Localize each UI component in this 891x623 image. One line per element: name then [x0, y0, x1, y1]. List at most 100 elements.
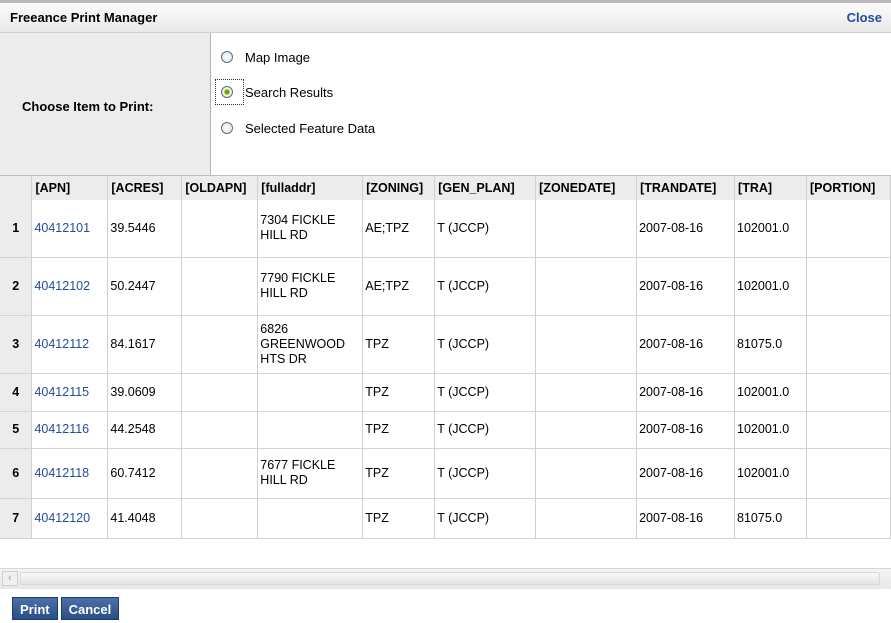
choose-item-panel: Choose Item to Print: Map Image Search R…	[0, 33, 891, 176]
table-row: 1 40412101 39.5446 7304 FICKLE HILL RD A…	[0, 200, 891, 258]
table-cell	[806, 448, 891, 499]
table-cell: TPZ	[362, 411, 436, 449]
table-row: 7 40412120 41.4048 TPZ T (JCCP) 2007-08-…	[0, 498, 891, 539]
table-cell: 7677 FICKLE HILL RD	[257, 448, 364, 499]
table-cell	[181, 448, 259, 499]
row-number: 3	[0, 315, 33, 374]
row-number: 4	[0, 373, 33, 412]
choose-label-cell: Choose Item to Print:	[0, 33, 211, 175]
table-cell: 2007-08-16	[636, 411, 736, 449]
radio-search-results[interactable]	[221, 86, 233, 98]
option-label: Search Results	[245, 84, 334, 100]
table-cell: 102001.0	[734, 373, 807, 412]
table-row: 2 40412102 50.2447 7790 FICKLE HILL RD A…	[0, 257, 891, 316]
apn-link[interactable]: 40412116	[31, 411, 109, 449]
table-cell	[257, 498, 364, 539]
table-cell: TPZ	[362, 498, 436, 539]
close-link[interactable]: Close	[847, 10, 882, 25]
title-bar: Freeance Print Manager Close	[0, 0, 891, 33]
table-header-row: [APN] [ACRES] [OLDAPN] [fulladdr] [ZONIN…	[0, 176, 891, 200]
apn-link[interactable]: 40412112	[31, 315, 109, 374]
column-header[interactable]: [OLDAPN]	[181, 176, 259, 200]
apn-link[interactable]: 40412118	[31, 448, 109, 499]
row-number: 5	[0, 411, 33, 449]
horizontal-scrollbar[interactable]: ‹	[0, 568, 891, 589]
column-header[interactable]: [PORTION]	[806, 176, 891, 200]
table-cell: 102001.0	[734, 200, 807, 258]
table-cell: 81075.0	[734, 315, 807, 374]
apn-link[interactable]: 40412101	[31, 200, 109, 258]
scrollbar-thumb[interactable]	[20, 572, 880, 585]
table-cell: 7304 FICKLE HILL RD	[257, 200, 364, 258]
table-cell	[257, 411, 364, 449]
column-header[interactable]: [ZONEDATE]	[535, 176, 638, 200]
table-cell: 2007-08-16	[636, 373, 736, 412]
table-cell	[535, 257, 638, 316]
table-cell	[181, 200, 259, 258]
table-cell	[806, 315, 891, 374]
table-cell	[806, 257, 891, 316]
print-button[interactable]: Print	[12, 597, 58, 620]
table-cell: 84.1617	[107, 315, 183, 374]
table-cell	[535, 411, 638, 449]
table-cell: 102001.0	[734, 448, 807, 499]
table-cell: 2007-08-16	[636, 315, 736, 374]
table-cell: 50.2447	[107, 257, 183, 316]
apn-link[interactable]: 40412115	[31, 373, 109, 412]
results-table: [APN] [ACRES] [OLDAPN] [fulladdr] [ZONIN…	[0, 176, 891, 539]
table-cell: 2007-08-16	[636, 448, 736, 499]
table-row: 4 40412115 39.0609 TPZ T (JCCP) 2007-08-…	[0, 373, 891, 412]
option-label: Selected Feature Data	[245, 120, 376, 136]
column-header[interactable]: [fulladdr]	[257, 176, 364, 200]
table-cell: TPZ	[362, 373, 436, 412]
table-row: 6 40412118 60.7412 7677 FICKLE HILL RD T…	[0, 448, 891, 499]
chevron-left-icon[interactable]: ‹	[2, 571, 18, 586]
table-cell: 41.4048	[107, 498, 183, 539]
table-cell	[181, 498, 259, 539]
table-cell	[535, 200, 638, 258]
window-title: Freeance Print Manager	[10, 10, 158, 25]
table-cell: 2007-08-16	[636, 498, 736, 539]
radio-selected-feature-data[interactable]	[221, 122, 233, 134]
table-cell: 6826 GREENWOOD HTS DR	[257, 315, 364, 374]
button-bar: Print Cancel	[12, 597, 120, 620]
cancel-button[interactable]: Cancel	[60, 597, 120, 620]
table-cell	[806, 498, 891, 539]
row-number: 2	[0, 257, 33, 316]
table-cell	[181, 411, 259, 449]
table-cell: TPZ	[362, 315, 436, 374]
option-selected-feature-data[interactable]: Selected Feature Data	[221, 117, 375, 139]
table-cell: 39.0609	[107, 373, 183, 412]
table-cell: 102001.0	[734, 411, 807, 449]
table-cell: T (JCCP)	[434, 498, 537, 539]
apn-link[interactable]: 40412102	[31, 257, 109, 316]
column-header[interactable]: [GEN_PLAN]	[434, 176, 537, 200]
table-cell: T (JCCP)	[434, 373, 537, 412]
option-search-results[interactable]: Search Results	[221, 81, 333, 103]
column-header[interactable]: [TRA]	[734, 176, 807, 200]
table-cell	[535, 498, 638, 539]
column-header[interactable]: [TRANDATE]	[636, 176, 736, 200]
table-cell: 60.7412	[107, 448, 183, 499]
column-header[interactable]: [ACRES]	[107, 176, 183, 200]
results-table-container[interactable]: [APN] [ACRES] [OLDAPN] [fulladdr] [ZONIN…	[0, 176, 891, 568]
table-cell	[257, 373, 364, 412]
table-cell: 7790 FICKLE HILL RD	[257, 257, 364, 316]
row-number: 7	[0, 498, 33, 539]
option-label: Map Image	[245, 49, 311, 65]
table-cell: 2007-08-16	[636, 257, 736, 316]
option-map-image[interactable]: Map Image	[221, 46, 310, 68]
column-header[interactable]: [APN]	[31, 176, 109, 200]
table-cell	[535, 373, 638, 412]
table-cell: 39.5446	[107, 200, 183, 258]
column-header	[0, 176, 33, 200]
column-header[interactable]: [ZONING]	[362, 176, 436, 200]
table-cell: AE;TPZ	[362, 200, 436, 258]
apn-link[interactable]: 40412120	[31, 498, 109, 539]
table-row: 3 40412112 84.1617 6826 GREENWOOD HTS DR…	[0, 315, 891, 374]
radio-map-image[interactable]	[221, 51, 233, 63]
table-cell	[806, 411, 891, 449]
table-cell: AE;TPZ	[362, 257, 436, 316]
table-row: 5 40412116 44.2548 TPZ T (JCCP) 2007-08-…	[0, 411, 891, 449]
table-cell: 102001.0	[734, 257, 807, 316]
